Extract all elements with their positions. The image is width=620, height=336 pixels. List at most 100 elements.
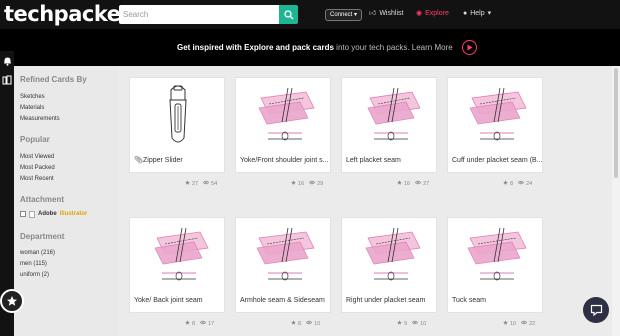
star-count[interactable]: 9 <box>397 320 407 328</box>
star-count-value: 8 <box>192 320 196 327</box>
star-icon <box>7 296 17 306</box>
star-count[interactable]: 10 <box>503 320 516 328</box>
filter-uniform[interactable]: uniform (2) <box>20 271 49 279</box>
view-count: 10 <box>411 320 427 328</box>
star-count[interactable]: 8 <box>291 320 301 328</box>
wishlist-link[interactable]: 👍︎ Wishlist <box>369 8 403 20</box>
favorites-button[interactable] <box>0 289 24 313</box>
view-count-value: 10 <box>420 320 427 327</box>
seam-diagram <box>258 87 315 141</box>
view-count: 29 <box>308 180 323 188</box>
pack-card[interactable]: Cuff under placket seam (B... <box>447 77 543 173</box>
star-count[interactable]: 8 <box>503 180 513 188</box>
view-count: 54 <box>202 180 217 188</box>
card-stats: 16 27 <box>397 180 432 188</box>
banner-text: Get inspired with Explore and pack cards… <box>177 42 453 53</box>
file-icon <box>29 210 35 218</box>
logo[interactable]: techpacker <box>4 1 131 27</box>
explore-link[interactable]: ◉ Explore <box>416 8 449 20</box>
view-count-value: 24 <box>526 180 533 187</box>
card-title: Yoke/Front shoulder joint s... <box>240 157 329 164</box>
eye-icon <box>199 320 207 328</box>
card-title: Armhole seam & Sideseam <box>240 297 325 304</box>
star-count-value: 27 <box>192 180 199 187</box>
help-label: Help <box>470 10 485 17</box>
card-stats: 8 17 <box>185 320 217 328</box>
pack-card[interactable]: Right under placket seam <box>341 217 437 313</box>
view-count-value: 10 <box>314 320 321 327</box>
card-title: Tuck seam <box>452 297 486 304</box>
star-icon <box>397 180 402 188</box>
star-count[interactable]: 27 <box>185 180 198 188</box>
search-input[interactable] <box>119 5 279 24</box>
dot-icon: ● <box>463 10 468 17</box>
star-icon <box>397 320 402 328</box>
filter-materials[interactable]: Materials <box>20 104 44 112</box>
star-count-value: 8 <box>298 320 302 327</box>
attachment-filter[interactable]: Adobe Illustrator <box>20 210 87 218</box>
star-icon <box>185 180 190 188</box>
pack-card[interactable]: Tuck seam <box>447 217 543 313</box>
seam-diagram <box>469 87 527 141</box>
pack-card[interactable]: Yoke/ Back joint seam <box>129 217 225 313</box>
view-count: 22 <box>520 320 535 328</box>
star-icon <box>291 320 296 328</box>
caret-down-icon: ▾ <box>487 10 492 17</box>
library-icon[interactable] <box>1 74 13 86</box>
attachment-icon: 📎︎ <box>134 157 143 164</box>
pack-card[interactable]: Yoke/Front shoulder joint s... <box>235 77 331 173</box>
banner-strong-text: Get inspired with Explore and pack cards <box>177 43 334 52</box>
wishlist-label: Wishlist <box>379 10 404 17</box>
search-button[interactable] <box>279 5 298 24</box>
banner-light-text[interactable]: into your tech packs. Learn More <box>336 43 453 52</box>
search-icon <box>283 9 293 19</box>
play-button[interactable] <box>462 40 477 55</box>
help-menu[interactable]: ● Help ▾ <box>463 8 491 20</box>
view-count-value: 17 <box>208 320 215 327</box>
explore-label: Explore <box>425 10 449 17</box>
card-title: Zipper Slider <box>143 157 183 164</box>
star-count[interactable]: 16 <box>291 180 304 188</box>
filter-most-packed[interactable]: Most Packed <box>20 164 55 172</box>
filter-men[interactable]: men (115) <box>20 260 47 268</box>
card-stats: 27 54 <box>185 180 220 188</box>
card-title: Yoke/ Back joint seam <box>134 297 203 304</box>
pack-card[interactable]: Left placket seam <box>341 77 437 173</box>
chat-button[interactable] <box>583 297 609 323</box>
filter-measurements[interactable]: Measurements <box>20 115 60 123</box>
filter-woman[interactable]: woman (216) <box>20 249 55 257</box>
attachment-checkbox[interactable] <box>20 211 26 217</box>
eye-icon <box>411 320 419 328</box>
pack-card[interactable]: Armhole seam & Sideseam <box>235 217 331 313</box>
connect-button[interactable]: Connect ▾ <box>325 9 363 21</box>
view-count-value: 27 <box>423 180 430 187</box>
filter-most-recent[interactable]: Most Recent <box>20 175 54 183</box>
view-count: 10 <box>305 320 321 328</box>
star-count[interactable]: 8 <box>185 320 195 328</box>
seam-diagram <box>256 227 315 281</box>
scrollbar-thumb[interactable] <box>614 68 618 178</box>
star-count[interactable]: 16 <box>397 180 410 188</box>
eye-icon <box>308 180 316 188</box>
attachment-name: Adobe <box>38 211 57 217</box>
card-title: Right under placket seam <box>346 297 426 304</box>
scrollbar[interactable] <box>612 66 620 336</box>
pack-card[interactable]: 📎︎ Zipper Slider <box>129 77 225 173</box>
department-title: Department <box>20 232 65 241</box>
attachment-title: Attachment <box>20 195 65 204</box>
filter-sketches[interactable]: Sketches <box>20 93 45 101</box>
connect-label: Connect <box>330 12 353 18</box>
star-count-value: 8 <box>510 180 514 187</box>
eye-icon <box>414 180 422 188</box>
view-count: 27 <box>414 180 430 188</box>
seam-diagram <box>365 227 421 281</box>
chat-icon <box>590 304 602 316</box>
star-count-value: 16 <box>298 180 305 187</box>
filter-most-viewed[interactable]: Most Viewed <box>20 153 54 161</box>
star-count-value: 9 <box>404 320 408 327</box>
seam-diagram <box>154 227 209 281</box>
popular-title: Popular <box>20 135 50 144</box>
card-stats: 10 22 <box>503 320 538 328</box>
bell-icon[interactable] <box>1 55 13 67</box>
globe-icon: ◉ <box>416 10 423 17</box>
